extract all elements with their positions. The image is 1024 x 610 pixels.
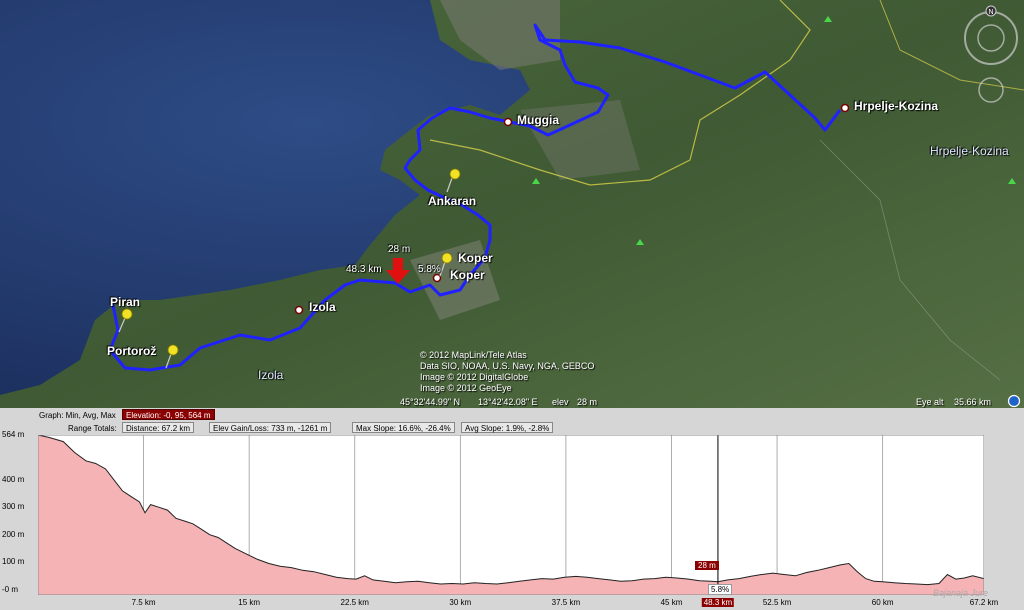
label-muggia[interactable]: Muggia: [517, 113, 559, 127]
latitude-readout: 45°32'44.99" N: [400, 397, 461, 407]
x-tick-label: 30 km: [449, 598, 472, 607]
info-button[interactable]: [1007, 394, 1021, 408]
y-tick-label: 400 m: [2, 474, 25, 484]
label-piran[interactable]: Piran: [110, 295, 140, 309]
x-tick-label: 60 km: [871, 598, 894, 607]
y-tick-label: 300 m: [2, 502, 25, 512]
distance-stat-box[interactable]: Distance: 67.2 km: [122, 422, 195, 433]
label-ankaran[interactable]: Ankaran: [428, 194, 476, 208]
compass-ring[interactable]: [964, 11, 1018, 65]
elev-label: elev: [552, 397, 569, 407]
elev-gain-loss-box[interactable]: Elev Gain/Loss: 733 m, -1261 m: [209, 422, 332, 433]
label-izola-region: Izola: [258, 368, 284, 382]
credit-line: Image © 2012 GeoEye: [420, 383, 512, 393]
navigation-controls[interactable]: N: [962, 4, 1020, 104]
x-tick-label: 45 km: [660, 598, 683, 607]
avg-slope-box[interactable]: Avg Slope: 1.9%, -2.8%: [461, 422, 554, 433]
credit-line: Data SIO, NOAA, U.S. Navy, NGA, GEBCO: [420, 361, 595, 371]
marker-distance: 48.3 km: [346, 264, 382, 275]
elevation-stat-box[interactable]: Elevation: -0, 95, 564 m: [122, 409, 215, 420]
x-tick-label: 15 km: [238, 598, 261, 607]
credit-line: © 2012 MapLink/Tele Atlas: [420, 350, 527, 360]
google-earth-view: Muggia Hrpelje-Kozina Hrpelje-Kozina Ank…: [0, 0, 1024, 610]
label-hrpelje-kozina[interactable]: Hrpelje-Kozina: [854, 99, 938, 113]
hrpelje-dot[interactable]: [840, 103, 850, 113]
y-tick-label: 200 m: [2, 529, 25, 539]
izola-dot[interactable]: [294, 305, 304, 315]
y-tick-label: 100 m: [2, 557, 25, 567]
elev-value: 28 m: [577, 397, 598, 407]
x-tick-label: 67.2 km: [969, 598, 999, 607]
eye-alt-label: Eye alt: [916, 397, 944, 407]
watermark: Bajanaja Jure: [933, 588, 989, 598]
credit-line: Image © 2012 DigitalGlobe: [420, 372, 529, 382]
look-joystick[interactable]: [977, 24, 1005, 52]
imagery-credits: © 2012 MapLink/Tele Atlas Data SIO, NOAA…: [420, 350, 594, 394]
label-portoroz[interactable]: Portorož: [107, 344, 156, 358]
longitude-readout: 13°42'42.08" E: [478, 397, 538, 407]
x-tick-label: 37.5 km: [551, 598, 581, 607]
x-tick-label: 7.5 km: [131, 598, 156, 607]
marker-elevation: 28 m: [388, 244, 411, 255]
compass-n-label: N: [988, 9, 993, 16]
cursor-elevation-label: 28 m: [695, 561, 719, 570]
max-slope-box[interactable]: Max Slope: 16.6%, -26.4%: [352, 422, 455, 433]
muggia-dot[interactable]: [503, 117, 513, 127]
graph-label: Graph: Min, Avg, Max: [39, 411, 116, 420]
koper-dot[interactable]: [432, 273, 442, 283]
elevation-chart[interactable]: [38, 435, 984, 595]
marker-slope: 5.8%: [418, 264, 441, 275]
cursor-slope-label: 5.8%: [708, 584, 733, 595]
move-joystick[interactable]: [978, 77, 1004, 103]
label-koper[interactable]: Koper: [458, 251, 493, 265]
range-totals-label: Range Totals:: [68, 424, 117, 433]
label-hrpelje-kozina-region: Hrpelje-Kozina: [930, 144, 1009, 158]
y-tick-label: -0 m: [2, 584, 18, 594]
x-tick-label: 48.3 km: [701, 598, 735, 607]
eye-alt-value: 35.66 km: [954, 397, 992, 407]
y-tick-label: 564 m: [2, 430, 25, 439]
label-koper-pin[interactable]: Koper: [450, 268, 485, 282]
x-tick-label: 22.5 km: [340, 598, 369, 607]
x-tick-label: 52.5 km: [762, 598, 792, 607]
label-izola[interactable]: Izola: [309, 300, 336, 314]
